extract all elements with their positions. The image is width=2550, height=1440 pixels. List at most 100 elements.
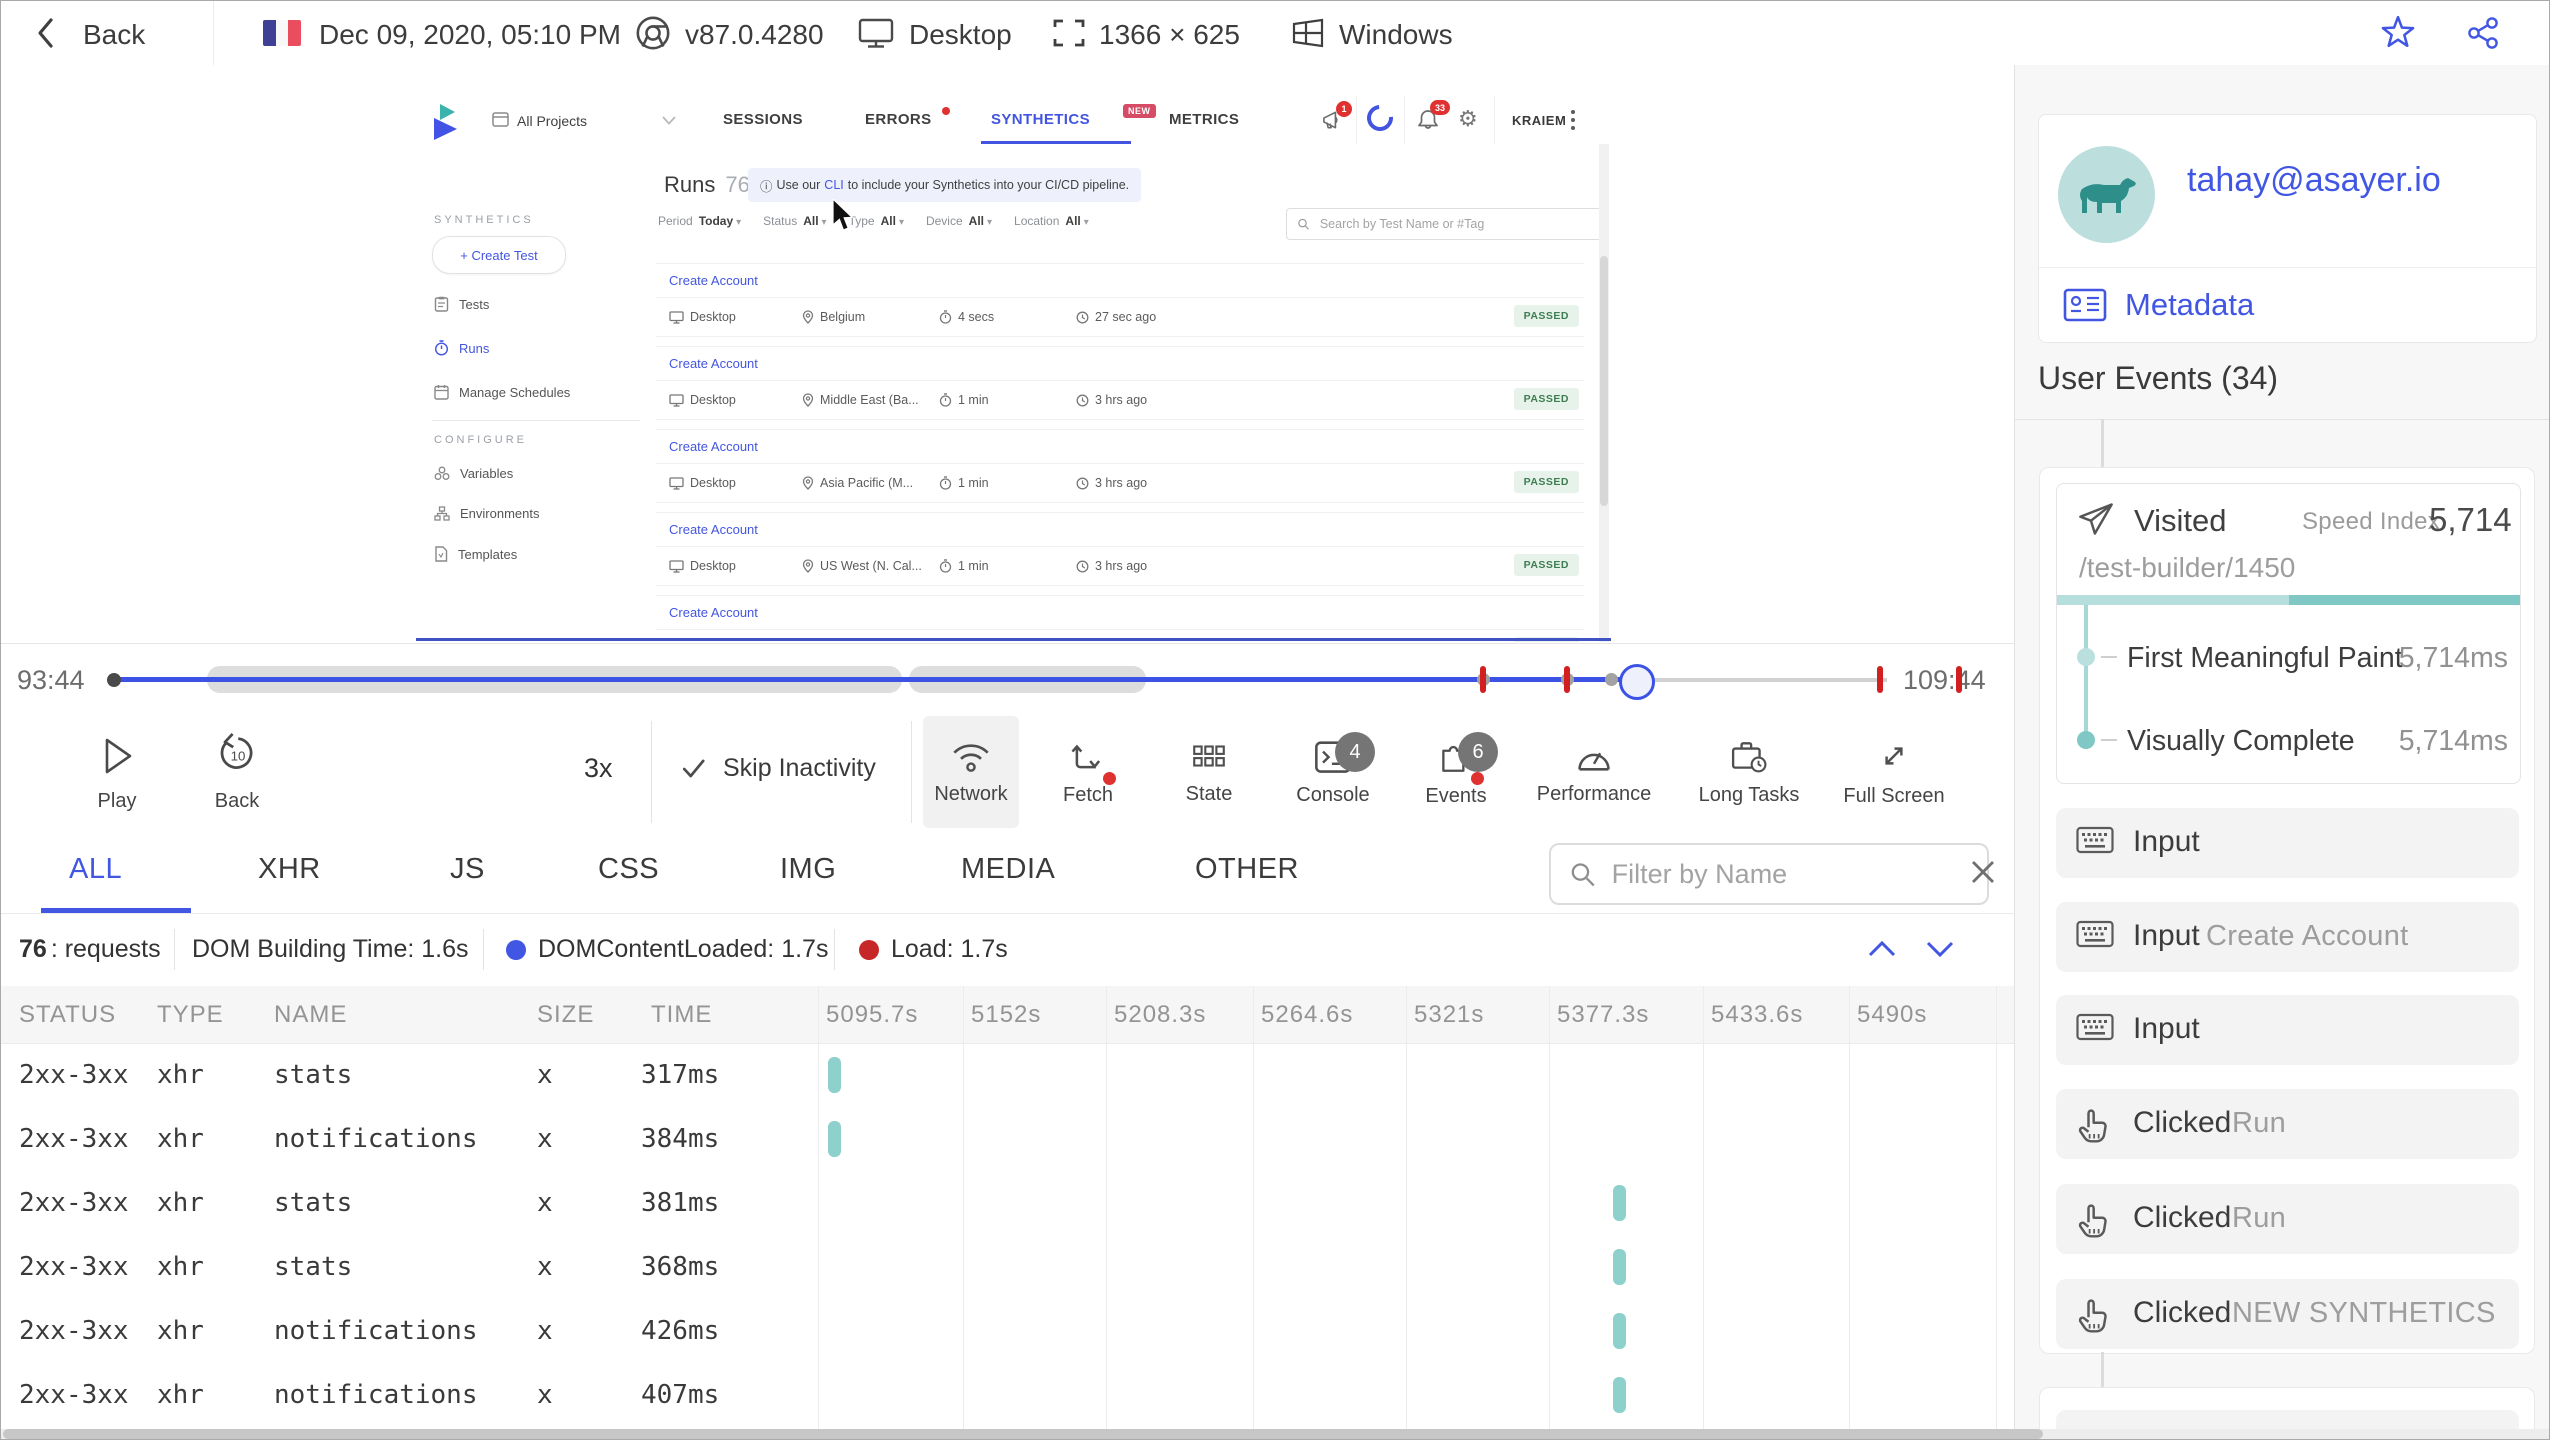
visited-metric: Visually Complete 5,714ms (2057, 722, 2520, 758)
network-tab-xhr[interactable]: XHR (258, 853, 321, 886)
metadata-button[interactable]: Metadata (2063, 275, 2254, 335)
table-row[interactable]: 2xx-3xx xhr stats x 317ms (1, 1043, 2014, 1107)
app-tab-synthetics[interactable]: SYNTHETICS (991, 111, 1090, 128)
visited-card[interactable]: Visited Speed Index 5,714 /test-builder/… (2056, 483, 2521, 784)
axis-tick-label: 5095.7s (826, 1001, 919, 1028)
events-group-card: Visited Speed Index 5,714 /test-builder/… (2039, 467, 2535, 1354)
hand-icon (2076, 1297, 2110, 1333)
chevron-down-icon[interactable] (662, 116, 676, 125)
playback-speed-button[interactable]: 3x (584, 753, 613, 784)
skip-inactivity-checkbox[interactable] (681, 757, 707, 781)
table-row[interactable]: 2xx-3xx xhr stats x 381ms (1, 1171, 2014, 1235)
filter-by-name-input[interactable] (1609, 857, 1969, 891)
filter-box[interactable] (1549, 843, 1989, 905)
run-location: Asia Pacific (M... (802, 464, 913, 502)
replayed-search[interactable] (1286, 208, 1608, 240)
filter-status[interactable]: Status All ▾ (763, 214, 826, 228)
create-test-button[interactable]: + Create Test (432, 236, 566, 274)
table-row[interactable]: 2xx-3xx xhr notifications x 407ms (1, 1363, 2014, 1427)
event-row-input[interactable]: Input (2056, 808, 2519, 878)
back-10s-button[interactable]: 10 Back (189, 716, 285, 828)
play-icon (105, 738, 132, 773)
event-row-clicked[interactable]: Clicked Run (2056, 1089, 2519, 1159)
network-tab-img[interactable]: IMG (780, 853, 836, 886)
app-tab-metrics[interactable]: METRICS (1169, 111, 1239, 128)
table-row[interactable]: 2xx-3xx xhr notifications x 384ms (1, 1107, 2014, 1171)
topbar-divider (213, 1, 214, 65)
sidebar-item-runs[interactable]: Runs (434, 340, 489, 356)
sidebar-item-environments[interactable]: Environments (434, 506, 539, 521)
network-tab-other[interactable]: OTHER (1195, 853, 1299, 886)
project-window-icon (492, 112, 509, 128)
run-status-badge: PASSED (1513, 554, 1579, 576)
axis-tick-label: 5321s (1414, 1001, 1485, 1028)
panel-button-console[interactable]: Console 4 (1285, 716, 1381, 828)
mouse-cursor (831, 199, 857, 233)
sidebar-item-templates[interactable]: Templates (434, 546, 517, 562)
favorite-star-icon[interactable] (2379, 14, 2417, 52)
run-name-link[interactable]: Create Account (669, 356, 758, 371)
close-panel-icon[interactable] (1967, 856, 1999, 888)
panel-button-state[interactable]: State (1161, 716, 1257, 828)
skip-inactivity-label[interactable]: Skip Inactivity (723, 754, 876, 783)
table-row[interactable]: 2xx-3xx xhr notifications x 426ms (1, 1299, 2014, 1363)
filter-location[interactable]: Location All ▾ (1014, 214, 1089, 228)
runs-count: 76 (725, 172, 750, 197)
run-name-link[interactable]: Create Account (669, 273, 758, 288)
panel-button-network[interactable]: Network (923, 716, 1019, 828)
kebab-menu-icon[interactable] (1570, 109, 1576, 131)
network-table-rows: 2xx-3xx xhr stats x 317ms 2xx-3xx xhr notificat… (1, 1043, 2014, 1427)
event-label: Clicked (2133, 1201, 2232, 1234)
network-tab-all[interactable]: ALL (69, 853, 122, 886)
network-tab-css[interactable]: CSS (598, 853, 659, 886)
back-button[interactable]: Back (83, 19, 145, 51)
event-row-input[interactable]: Input (2056, 995, 2519, 1065)
network-tab-media[interactable]: MEDIA (961, 853, 1055, 886)
next-request-button[interactable] (1921, 933, 1959, 965)
sidebar-item-variables[interactable]: Variables (434, 466, 513, 481)
share-icon[interactable] (2465, 15, 2501, 51)
cell-type: xhr (157, 1316, 204, 1346)
filter-device[interactable]: Device All ▾ (926, 214, 992, 228)
cell-time: 368ms (641, 1252, 720, 1282)
horizontal-scrollbar[interactable] (1, 1429, 2549, 1439)
run-name-link[interactable]: Create Account (669, 522, 758, 537)
performance-icon (1574, 739, 1614, 773)
back-chevron-icon[interactable] (35, 15, 57, 51)
cli-link[interactable]: CLI (824, 178, 843, 192)
timeline-scrubber-knob[interactable] (1619, 664, 1656, 700)
scrollbar-thumb[interactable] (3, 1429, 2043, 1439)
table-row[interactable]: 2xx-3xx xhr stats x 368ms (1, 1235, 2014, 1299)
run-name-link[interactable]: Create Account (669, 439, 758, 454)
panel-button-long-tasks[interactable]: Long Tasks (1699, 716, 1799, 828)
app-tab-sessions[interactable]: SESSIONS (723, 111, 803, 128)
os-icon (1289, 16, 1327, 50)
event-row-clicked[interactable]: Clicked Run (2056, 1184, 2519, 1254)
run-name-link[interactable]: Create Account (669, 605, 758, 620)
cell-time: 317ms (641, 1060, 720, 1090)
cell-status: 2xx-3xx (19, 1252, 129, 1282)
play-button[interactable]: Play (69, 716, 165, 828)
panel-button-fetch[interactable]: Fetch (1040, 716, 1136, 828)
filter-period[interactable]: Period Today ▾ (658, 214, 741, 228)
waterfall-bar (1613, 1377, 1626, 1413)
panel-button-events[interactable]: Events 6 (1408, 716, 1504, 828)
replayed-scrollbar[interactable] (1599, 144, 1609, 642)
network-tab-js[interactable]: JS (450, 853, 485, 886)
project-selector[interactable]: All Projects (517, 113, 587, 129)
panel-button-full-screen[interactable]: Full Screen (1843, 716, 1945, 828)
prev-request-button[interactable] (1863, 933, 1901, 965)
replayed-user-name[interactable]: KRAIEM (1512, 113, 1566, 128)
settings-gear-icon[interactable]: ⚙ (1458, 106, 1478, 132)
panel-button-performance[interactable]: Performance (1537, 716, 1651, 828)
event-row-clicked[interactable]: Clicked NEW SYNTHETICS (2056, 1279, 2519, 1349)
sidebar-item-manage-schedules[interactable]: Manage Schedules (434, 384, 570, 400)
user-email[interactable]: tahay@asayer.io (2187, 161, 2441, 200)
app-tab-errors[interactable]: ERRORS (865, 111, 932, 128)
run-ago: 27 sec ago (1076, 298, 1156, 336)
sidebar-item-tests[interactable]: Tests (434, 296, 489, 312)
timeline-track[interactable] (107, 644, 1891, 714)
replayed-search-input[interactable] (1317, 216, 1597, 232)
run-status-badge: PASSED (1513, 388, 1579, 410)
event-row-input[interactable]: Input Create Account (2056, 902, 2519, 972)
